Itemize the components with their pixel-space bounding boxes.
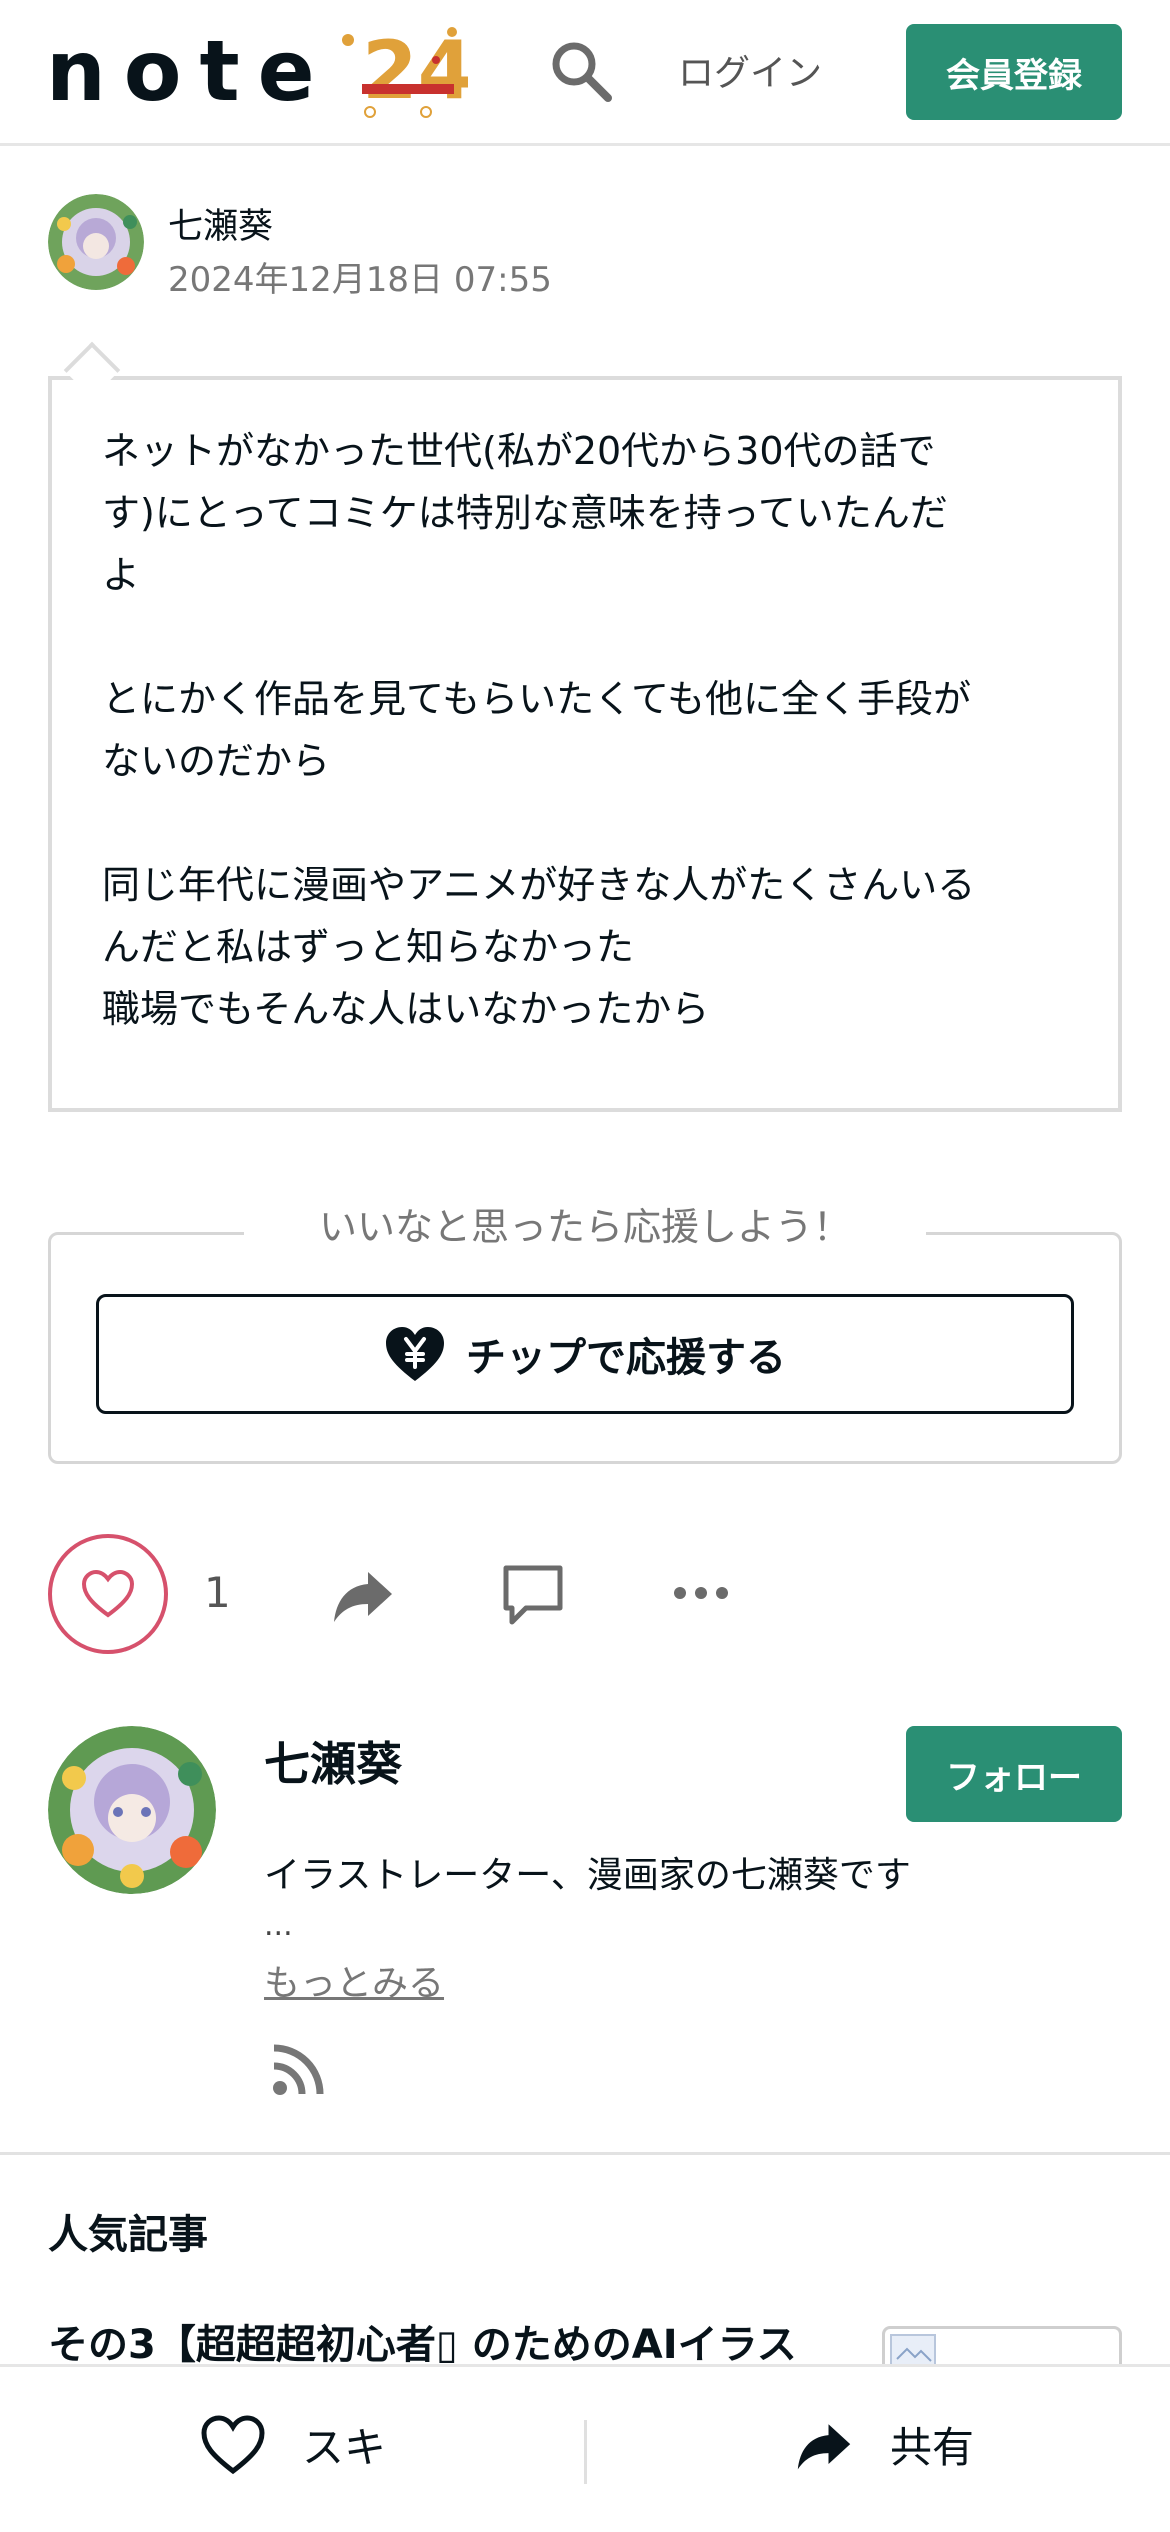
profile-bio: イラストレーター、漫画家の七瀬葵です xyxy=(264,1855,911,1896)
logo-badge-text: 24 xyxy=(362,24,468,117)
bottom-bar-separator xyxy=(584,2420,587,2484)
note-logo[interactable]: note xyxy=(46,29,333,113)
comment-icon[interactable] xyxy=(500,1562,566,1628)
author-avatar[interactable] xyxy=(48,194,144,290)
logo-24-badge-icon: 24 xyxy=(342,24,468,118)
like-count: 1 xyxy=(204,1568,231,1617)
broken-image-icon xyxy=(890,2334,936,2366)
heart-icon xyxy=(201,2414,265,2474)
bio-ellipsis: ... xyxy=(264,1908,293,1943)
search-icon[interactable] xyxy=(548,38,614,104)
popular-article-title[interactable]: その3【超超超初心者▯ のためのAIイラス xyxy=(48,2312,868,2368)
author-name[interactable]: 七瀬葵 xyxy=(168,198,273,249)
profile-name[interactable]: 七瀬葵 xyxy=(264,1728,402,1794)
site-header: note 24 ログイン 会員登録 xyxy=(0,0,1170,146)
popular-article-thumbnail[interactable] xyxy=(882,2326,1122,2366)
heart-yen-icon xyxy=(386,1327,444,1381)
bottom-like-label: スキ xyxy=(302,2423,387,2472)
share-arrow-icon xyxy=(797,2423,851,2469)
more-dots-icon[interactable] xyxy=(672,1578,730,1608)
follow-button[interactable]: フォロー xyxy=(906,1726,1122,1822)
bottom-share-button[interactable]: 共有 xyxy=(794,2414,974,2475)
read-more-link[interactable]: もっとみる xyxy=(264,1954,444,2006)
bottom-share-label: 共有 xyxy=(890,2423,975,2472)
logo-text: note xyxy=(46,22,333,120)
post-date: 2024年12月18日 07:55 xyxy=(168,260,552,300)
bottom-like-button[interactable]: スキ xyxy=(200,2414,386,2475)
popular-articles-heading: 人気記事 xyxy=(48,2212,208,2258)
rss-icon[interactable] xyxy=(272,2044,324,2096)
tip-button[interactable]: チップで応援する xyxy=(96,1294,1074,1414)
support-caption: いいなと思ったら応援しよう！ xyxy=(244,1196,926,1251)
section-divider xyxy=(0,2152,1170,2155)
tip-button-label: チップで応援する xyxy=(466,1335,786,1381)
login-link[interactable]: ログイン xyxy=(678,44,822,96)
like-button[interactable] xyxy=(48,1534,168,1654)
heart-icon xyxy=(81,1569,135,1618)
post-body: ネットがなかった世代(私が20代から30代の話で す)にとってコミケは特別な意味… xyxy=(102,429,976,1031)
profile-avatar[interactable] xyxy=(48,1726,216,1894)
signup-button[interactable]: 会員登録 xyxy=(906,24,1122,120)
share-arrow-icon[interactable] xyxy=(332,1564,394,1626)
